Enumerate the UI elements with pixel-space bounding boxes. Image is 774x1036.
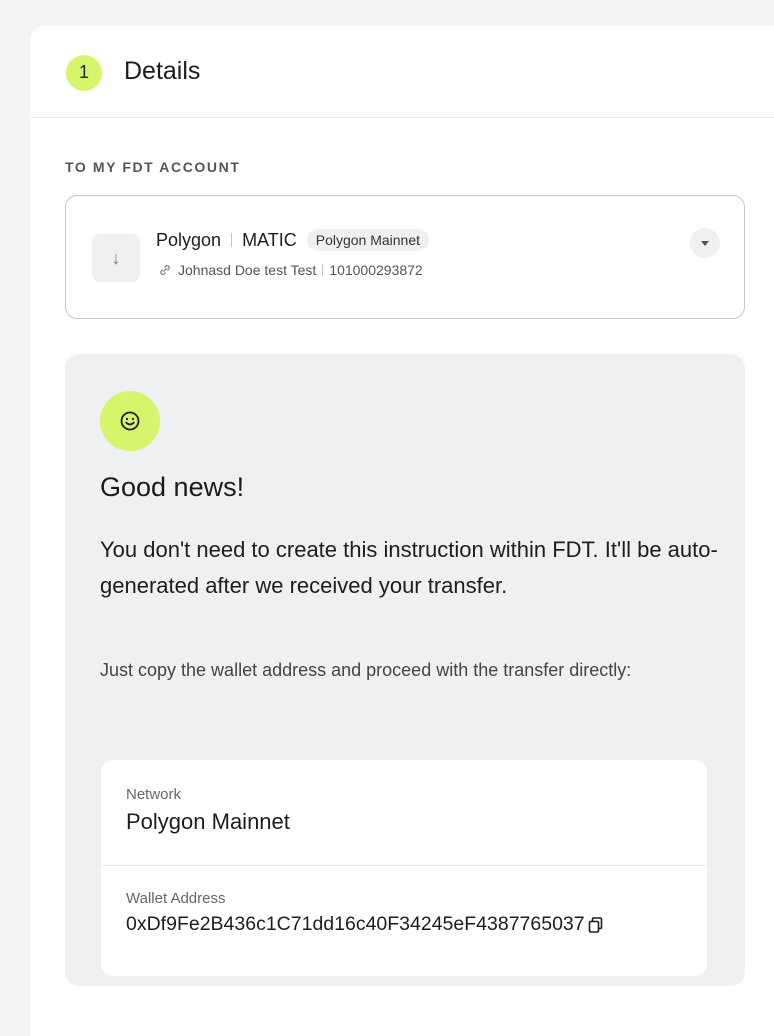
- separator: [322, 264, 324, 276]
- wallet-address-line: 0xDf9Fe2B436c1C71dd16c40F34245eF43877650…: [126, 913, 689, 936]
- account-name: Johnasd Doe test Test: [178, 262, 317, 278]
- network-row: Network Polygon Mainnet: [126, 786, 689, 835]
- currency-code: MATIC: [242, 229, 297, 250]
- section-title: Details: [124, 57, 201, 85]
- account-secondary-line: Johnasd Doe test Test 101000293872: [158, 262, 423, 278]
- account-section-label: TO MY FDT ACCOUNT: [65, 159, 241, 175]
- details-panel: 1 Details TO MY FDT ACCOUNT ↓ Polygon MA…: [30, 26, 774, 1036]
- section-header: 1 Details: [30, 26, 774, 118]
- info-sub-text: Just copy the wallet address and proceed…: [100, 660, 632, 680]
- account-select[interactable]: ↓ Polygon MATIC Polygon Mainnet Johnasd …: [65, 195, 745, 319]
- wallet-label: Wallet Address: [126, 890, 226, 907]
- arrow-down-icon: ↓: [92, 234, 140, 282]
- smile-icon: [120, 411, 140, 431]
- transfer-details-box: Network Polygon Mainnet Wallet Address 0…: [101, 760, 707, 976]
- network-value: Polygon Mainnet: [126, 809, 290, 834]
- info-lead-text: You don't need to create this instructio…: [100, 537, 718, 598]
- good-news-card: Good news! You don't need to create this…: [65, 354, 745, 986]
- account-dropdown-button[interactable]: [690, 228, 720, 258]
- account-primary-line: Polygon MATIC Polygon Mainnet: [156, 229, 430, 251]
- separator: [231, 233, 233, 247]
- network-name: Polygon: [156, 229, 222, 250]
- good-news-title: Good news!: [100, 472, 245, 502]
- network-label: Network: [126, 786, 182, 803]
- link-icon: [160, 265, 170, 275]
- divider: [101, 865, 707, 866]
- wallet-address-value[interactable]: 0xDf9Fe2B436c1C71dd16c40F34245eF43877650…: [126, 913, 585, 936]
- account-number: 101000293872: [329, 262, 423, 278]
- copy-icon[interactable]: [587, 916, 605, 934]
- step-number-badge: 1: [66, 54, 102, 91]
- wallet-row: Wallet Address 0xDf9Fe2B436c1C71dd16c40F…: [126, 890, 689, 936]
- smile-icon-badge: [100, 391, 160, 451]
- network-chip: Polygon Mainnet: [306, 229, 430, 251]
- chevron-down-icon: [701, 240, 709, 246]
